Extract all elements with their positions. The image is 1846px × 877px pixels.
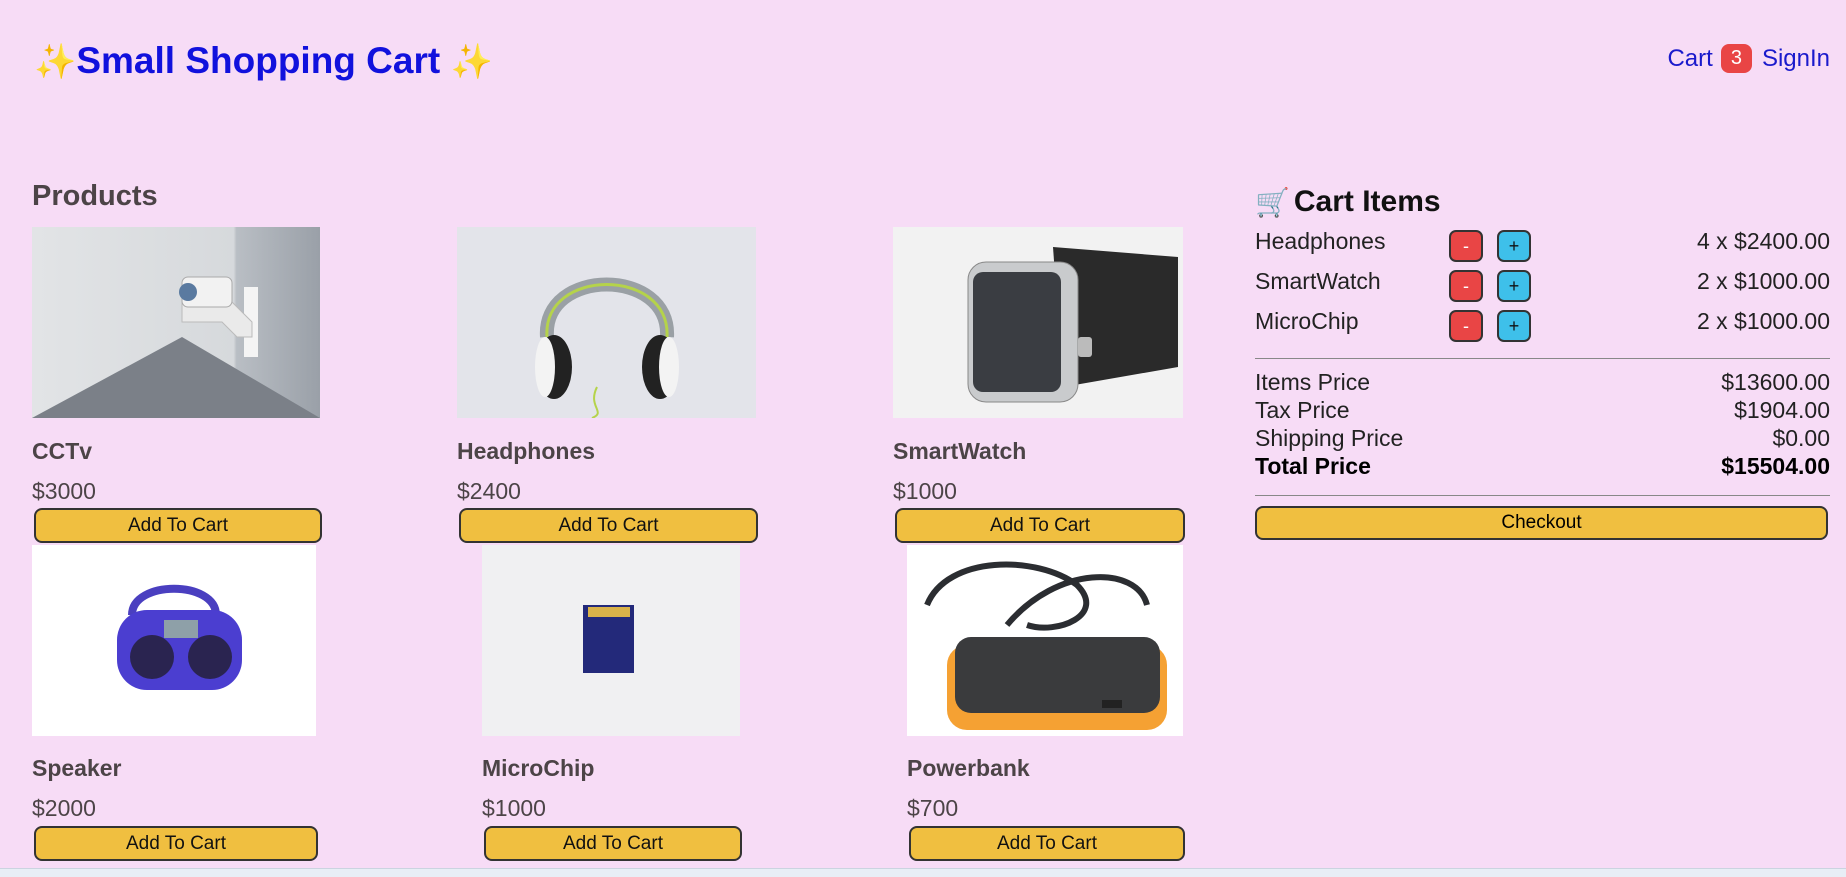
product-name: Powerbank — [907, 755, 1030, 781]
products-title: Products — [32, 180, 158, 212]
checkout-button[interactable]: Checkout — [1255, 506, 1828, 540]
shipping-price-value: $0.00 — [1772, 425, 1830, 451]
product-image-speaker — [32, 545, 316, 736]
decrease-quantity-button[interactable]: - — [1449, 310, 1483, 342]
increase-quantity-button[interactable]: + — [1497, 310, 1531, 342]
decrease-quantity-button[interactable]: - — [1449, 230, 1483, 262]
brand-title: Small Shopping Cart — [76, 40, 441, 81]
add-to-cart-button[interactable]: Add To Cart — [34, 826, 318, 861]
divider — [1255, 358, 1830, 359]
add-to-cart-button[interactable]: Add To Cart — [484, 826, 742, 861]
total-price-label: Total Price — [1255, 453, 1371, 479]
product-image-cctv — [32, 227, 320, 418]
product-price: $2400 — [457, 478, 521, 504]
cart-title-text: Cart Items — [1293, 185, 1441, 218]
product-price: $3000 — [32, 478, 96, 504]
items-price-label: Items Price — [1255, 369, 1371, 395]
brand[interactable]: ✨Small Shopping Cart ✨ — [34, 40, 493, 82]
product-card-headphones: Headphones $2400 Add To Cart — [457, 227, 758, 543]
cart-count-badge: 3 — [1720, 44, 1752, 73]
cart-item-name: SmartWatch — [1255, 268, 1381, 294]
increase-quantity-button[interactable]: + — [1497, 230, 1531, 262]
cart-title: 🛒 Cart Items — [1255, 180, 1830, 224]
product-name: Headphones — [457, 438, 596, 464]
items-price-row: Items Price $13600.00 — [1255, 369, 1830, 397]
product-card-powerbank: Powerbank $700 Add To Cart — [907, 545, 1185, 861]
product-name: SmartWatch — [893, 438, 1027, 464]
cart-panel: 🛒 Cart Items Headphones - + 4 x $2400.00… — [1255, 180, 1830, 540]
product-card-microchip: MicroChip $1000 Add To Cart — [482, 545, 742, 861]
product-price: $2000 — [32, 795, 96, 821]
shipping-price-row: Shipping Price $0.00 — [1255, 425, 1830, 453]
product-card-smartwatch: SmartWatch $1000 Add To Cart — [893, 227, 1185, 543]
product-price: $1000 — [482, 795, 546, 821]
tax-price-row: Tax Price $1904.00 — [1255, 397, 1830, 425]
divider — [1255, 495, 1830, 496]
cart-item-qty-price: 2 x $1000.00 — [1696, 308, 1830, 334]
tax-price-value: $1904.00 — [1734, 397, 1830, 423]
increase-quantity-button[interactable]: + — [1497, 270, 1531, 302]
product-card-cctv: CCTv $3000 Add To Cart — [32, 227, 322, 543]
product-card-speaker: Speaker $2000 Add To Cart — [32, 545, 318, 861]
sparkle-icon: ✨ — [450, 43, 493, 81]
cart-item-name: Headphones — [1255, 228, 1386, 254]
signin-link[interactable]: SignIn — [1762, 45, 1830, 73]
total-price-row: Total Price $15504.00 — [1255, 453, 1830, 481]
product-image-powerbank — [907, 545, 1183, 736]
tax-price-label: Tax Price — [1255, 397, 1350, 423]
product-image-smartwatch — [893, 227, 1183, 418]
shipping-price-label: Shipping Price — [1255, 425, 1404, 451]
add-to-cart-button[interactable]: Add To Cart — [909, 826, 1185, 861]
total-price-value: $15504.00 — [1721, 453, 1830, 479]
product-name: CCTv — [32, 438, 93, 464]
cart-link[interactable]: Cart — [1667, 45, 1712, 73]
top-nav: Cart 3 SignIn — [1667, 44, 1830, 73]
cart-item-qty-price: 2 x $1000.00 — [1696, 268, 1830, 294]
window-bottom-edge — [0, 868, 1846, 877]
product-image-microchip — [482, 545, 740, 736]
product-name: Speaker — [32, 755, 122, 781]
cart-item-row: MicroChip - + 2 x $1000.00 — [1255, 304, 1830, 344]
product-image-headphones — [457, 227, 756, 418]
product-price: $1000 — [893, 478, 957, 504]
add-to-cart-button[interactable]: Add To Cart — [34, 508, 322, 543]
cart-item-name: MicroChip — [1255, 308, 1359, 334]
items-price-value: $13600.00 — [1721, 369, 1830, 395]
header: ✨Small Shopping Cart ✨ Cart 3 SignIn — [0, 0, 1846, 120]
product-name: MicroChip — [482, 755, 595, 781]
sparkle-icon: ✨ — [34, 43, 77, 81]
shopping-cart-icon: 🛒 — [1255, 186, 1290, 218]
product-price: $700 — [907, 795, 959, 821]
decrease-quantity-button[interactable]: - — [1449, 270, 1483, 302]
cart-item-row: Headphones - + 4 x $2400.00 — [1255, 224, 1830, 264]
add-to-cart-button[interactable]: Add To Cart — [459, 508, 758, 543]
add-to-cart-button[interactable]: Add To Cart — [895, 508, 1185, 543]
cart-item-qty-price: 4 x $2400.00 — [1696, 228, 1830, 254]
cart-item-row: SmartWatch - + 2 x $1000.00 — [1255, 264, 1830, 304]
